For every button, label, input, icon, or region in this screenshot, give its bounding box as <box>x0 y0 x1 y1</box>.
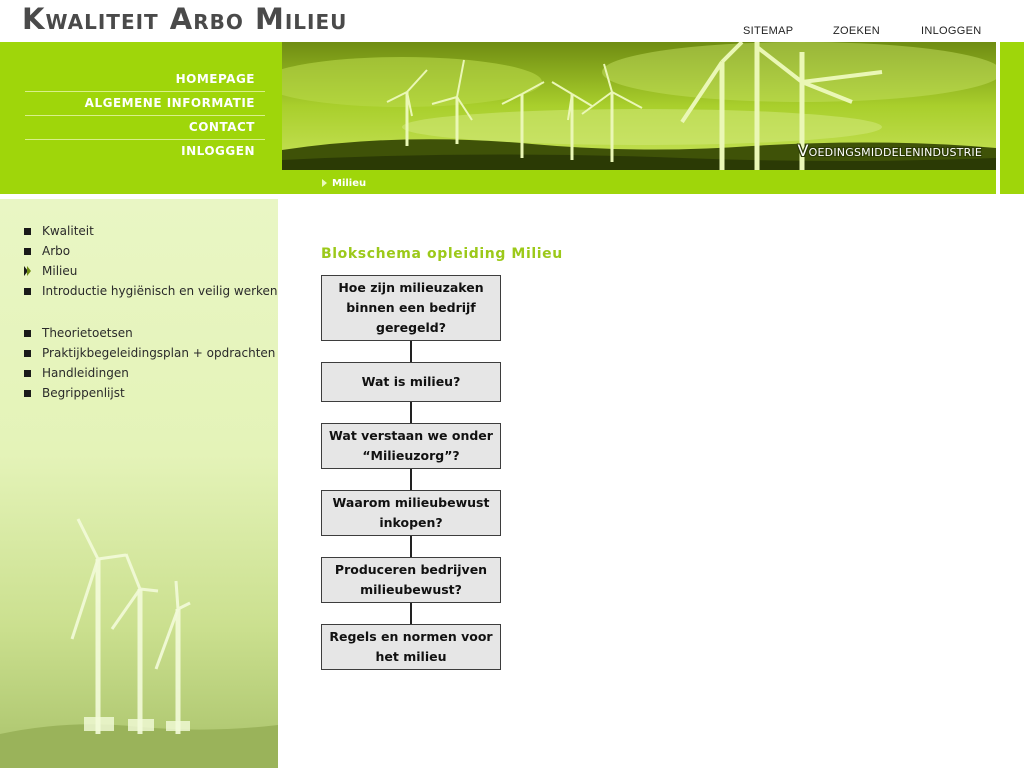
sidebar-spacer <box>24 301 278 323</box>
breadcrumb-current[interactable]: Milieu <box>332 178 366 189</box>
flowchart-connector <box>410 535 412 557</box>
top-inloggen-link[interactable]: INLOGGEN <box>921 25 981 37</box>
sidebar-item-label: Milieu <box>42 264 78 278</box>
flowchart-step-2[interactable]: Wat is milieu? <box>321 362 501 402</box>
square-bullet-icon <box>24 330 31 337</box>
sidebar-item-theorietoetsen[interactable]: Theorietoetsen <box>24 323 278 343</box>
sidebar-item-kwaliteit[interactable]: Kwaliteit <box>24 221 278 241</box>
header-banner: Voedingsmiddelenindustrie <box>282 42 996 170</box>
breadcrumb-arrow-icon <box>322 179 327 187</box>
sidebar-item-introductie[interactable]: Introductie hygiënisch en veilig werken <box>24 281 278 301</box>
sidebar: Kwaliteit Arbo Milieu Introductie hygiën… <box>0 199 278 768</box>
square-bullet-icon <box>24 228 31 235</box>
square-bullet-icon <box>24 350 31 357</box>
band-right-edge <box>1000 42 1024 194</box>
flowchart-step-3[interactable]: Wat verstaan we onder “Milieuzorg”? <box>321 423 501 469</box>
sidebar-item-milieu[interactable]: Milieu <box>24 261 278 281</box>
site-title: Kwaliteit Arbo Milieu <box>22 2 348 36</box>
sidebar-item-label: Theorietoetsen <box>42 326 133 340</box>
flowchart-step-4[interactable]: Waarom milieubewust inkopen? <box>321 490 501 536</box>
sidebar-item-label: Begrippenlijst <box>42 386 125 400</box>
flowchart-step-1[interactable]: Hoe zijn milieuzaken binnen een bedrijf … <box>321 275 501 341</box>
sidebar-item-label: Kwaliteit <box>42 224 94 238</box>
flowchart-connector <box>410 468 412 490</box>
zoeken-link[interactable]: ZOEKEN <box>833 25 880 37</box>
nav-homepage[interactable]: HOMEPAGE <box>25 68 265 92</box>
sidebar-item-arbo[interactable]: Arbo <box>24 241 278 261</box>
sidebar-item-label: Introductie hygiënisch en veilig werken <box>42 284 278 298</box>
nav-inloggen[interactable]: INLOGGEN <box>25 140 265 164</box>
flowchart-connector <box>410 340 412 362</box>
flowchart-step-5[interactable]: Produceren bedrijven milieubewust? <box>321 557 501 603</box>
nav-contact[interactable]: CONTACT <box>25 116 265 140</box>
double-chevron-right-icon <box>24 266 31 276</box>
flowchart-step-6[interactable]: Regels en normen voor het milieu <box>321 624 501 670</box>
square-bullet-icon <box>24 288 31 295</box>
sitemap-link[interactable]: SITEMAP <box>743 25 793 37</box>
sidebar-item-praktijkbegeleidingsplan[interactable]: Praktijkbegeleidingsplan + opdrachten <box>24 343 278 363</box>
flowchart-title: Blokschema opleiding Milieu <box>321 246 563 262</box>
sidebar-item-label: Arbo <box>42 244 71 258</box>
main-nav: HOMEPAGE ALGEMENE INFORMATIE CONTACT INL… <box>25 68 265 164</box>
square-bullet-icon <box>24 248 31 255</box>
sidebar-item-handleidingen[interactable]: Handleidingen <box>24 363 278 383</box>
sidebar-menu: Kwaliteit Arbo Milieu Introductie hygiën… <box>24 221 278 403</box>
breadcrumb-bar <box>282 170 996 194</box>
square-bullet-icon <box>24 370 31 377</box>
flowchart-connector <box>410 602 412 624</box>
flowchart-connector <box>410 401 412 423</box>
sidebar-item-label: Praktijkbegeleidingsplan + opdrachten <box>42 346 276 360</box>
sidebar-item-label: Handleidingen <box>42 366 129 380</box>
square-bullet-icon <box>24 390 31 397</box>
banner-caption: Voedingsmiddelenindustrie <box>797 141 982 160</box>
nav-algemene-informatie[interactable]: ALGEMENE INFORMATIE <box>25 92 265 116</box>
sidebar-item-begrippenlijst[interactable]: Begrippenlijst <box>24 383 278 403</box>
